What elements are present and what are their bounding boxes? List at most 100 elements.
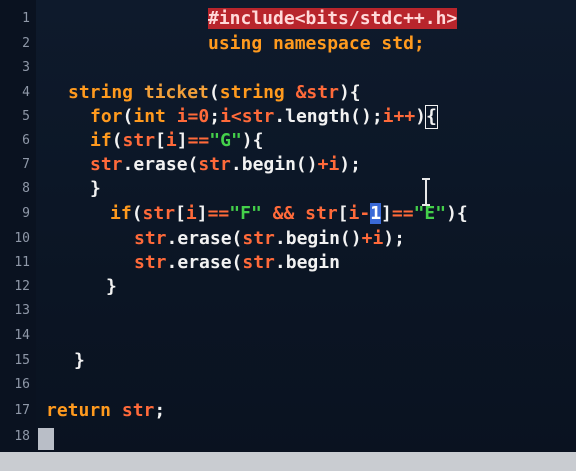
code-text: return str; xyxy=(46,400,165,422)
code-text: } xyxy=(74,350,85,372)
status-bar xyxy=(0,452,576,471)
code-token: == xyxy=(391,203,414,224)
code-token: == xyxy=(187,130,210,151)
code-token: i=0 xyxy=(176,106,210,127)
code-token: ){ xyxy=(446,203,468,224)
code-token: ){ xyxy=(241,130,264,151)
code-editor[interactable]: 1 #include<bits/stdc++.h> 2 using namespace… xyxy=(0,0,576,471)
code-line[interactable]: 11 str.erase(str.begin xyxy=(0,252,576,276)
code-token: ] xyxy=(176,130,188,151)
line-number: 17 xyxy=(14,403,30,418)
code-token: "E" xyxy=(413,203,447,224)
code-token: .begin() xyxy=(230,154,318,175)
line-number: 4 xyxy=(22,85,30,100)
code-token: str xyxy=(122,130,156,151)
code-text: if(str[i]=="F" && str[i-1]=="E"){ xyxy=(110,203,468,225)
code-token: str xyxy=(142,203,176,224)
code-token: if xyxy=(110,203,132,224)
code-token: str xyxy=(242,252,275,273)
code-line[interactable]: 3 xyxy=(0,57,576,81)
code-token: if xyxy=(90,130,112,151)
code-token: ( xyxy=(111,130,123,151)
code-token: &str xyxy=(295,82,339,103)
code-token: ( xyxy=(208,82,220,103)
code-token: } xyxy=(90,178,101,199)
code-text: str.erase(str.begin()+i); xyxy=(134,228,405,250)
code-line[interactable]: 14 xyxy=(0,325,576,349)
code-token: i xyxy=(185,203,197,224)
code-token: str xyxy=(134,252,167,273)
code-token: str xyxy=(305,203,338,224)
code-token: str xyxy=(121,400,155,421)
code-token: str xyxy=(134,228,167,249)
code-token: .erase( xyxy=(166,252,243,273)
code-token: ( xyxy=(122,106,134,127)
code-token: } xyxy=(106,276,117,297)
line-number: 15 xyxy=(14,353,30,368)
code-token: str xyxy=(241,106,275,127)
code-line[interactable]: 5 for(int i=0;i<str.length();i++){ xyxy=(0,105,576,130)
code-token: "G" xyxy=(209,130,242,151)
line-number: 14 xyxy=(14,328,30,343)
code-text: for(int i=0;i<str.length();i++){ xyxy=(90,105,438,129)
code-token: ); xyxy=(339,154,361,175)
code-token: == xyxy=(207,203,230,224)
code-text: } xyxy=(90,178,101,200)
code-line[interactable]: 13 xyxy=(0,300,576,324)
code-token: [ xyxy=(337,203,349,224)
text-cursor-ibeam-icon xyxy=(422,178,430,206)
code-line[interactable]: 9 if(str[i]=="F" && str[i-1]=="E"){ xyxy=(0,203,576,227)
code-token: return xyxy=(46,400,122,421)
code-text: using namespace std; xyxy=(208,33,425,55)
code-line[interactable]: 6 if(str[i]=="G"){ xyxy=(0,130,576,154)
line-number: 16 xyxy=(14,377,30,392)
code-line[interactable]: 4 string ticket(string &str){ xyxy=(0,82,576,106)
code-token: i++ xyxy=(382,106,416,127)
code-line[interactable]: 10 str.erase(str.begin()+i); xyxy=(0,228,576,252)
code-token: #include<bits/stdc++.h> xyxy=(208,8,458,29)
code-token: i- xyxy=(348,203,371,224)
code-text: if(str[i]=="G"){ xyxy=(90,130,263,152)
text-cursor: { xyxy=(425,105,438,129)
code-token: .length(); xyxy=(274,106,383,127)
code-token: int xyxy=(133,106,177,127)
code-line[interactable]: 12} xyxy=(0,276,576,300)
line-number: 6 xyxy=(22,133,30,148)
code-text: #include<bits/stdc++.h> xyxy=(208,8,458,30)
line-number: 7 xyxy=(22,157,30,172)
code-text: string ticket(string &str){ xyxy=(68,82,361,104)
code-line[interactable]: 2 using namespace std; xyxy=(0,33,576,57)
code-token: i xyxy=(328,154,340,175)
code-token: string xyxy=(219,82,296,103)
code-line[interactable]: 7 str.erase(str.begin()+i); xyxy=(0,154,576,178)
code-token: for xyxy=(90,106,123,127)
bottom-cursor-block xyxy=(38,428,54,450)
code-token: && xyxy=(272,203,306,224)
code-line[interactable]: 16 xyxy=(0,374,576,398)
code-token: ); xyxy=(383,228,405,249)
code-token: .begin() xyxy=(274,228,362,249)
code-line[interactable]: 1 #include<bits/stdc++.h> xyxy=(0,8,576,32)
code-token: + xyxy=(361,228,373,249)
code-text: str.erase(str.begin()+i); xyxy=(90,154,361,176)
line-number: 18 xyxy=(14,429,30,444)
code-token: ) xyxy=(415,106,427,127)
line-number: 9 xyxy=(22,206,30,221)
code-token: ){ xyxy=(338,82,361,103)
code-token: } xyxy=(74,350,85,371)
code-token: ticket xyxy=(143,82,209,103)
line-number: 11 xyxy=(14,255,30,270)
line-number: 8 xyxy=(22,181,30,196)
code-token: ; xyxy=(154,400,166,421)
code-token: string xyxy=(68,82,144,103)
code-line[interactable]: 17 return str; xyxy=(0,400,576,424)
code-line[interactable]: 8} xyxy=(0,178,576,202)
code-token: "F" xyxy=(229,203,273,224)
code-line[interactable]: 15} xyxy=(0,350,576,374)
code-token: i< xyxy=(220,106,242,127)
line-number: 12 xyxy=(14,279,30,294)
code-line[interactable]: 18} xyxy=(0,426,576,450)
code-token: ] xyxy=(381,203,392,224)
code-token: ] xyxy=(196,203,208,224)
code-token: ; xyxy=(209,106,221,127)
